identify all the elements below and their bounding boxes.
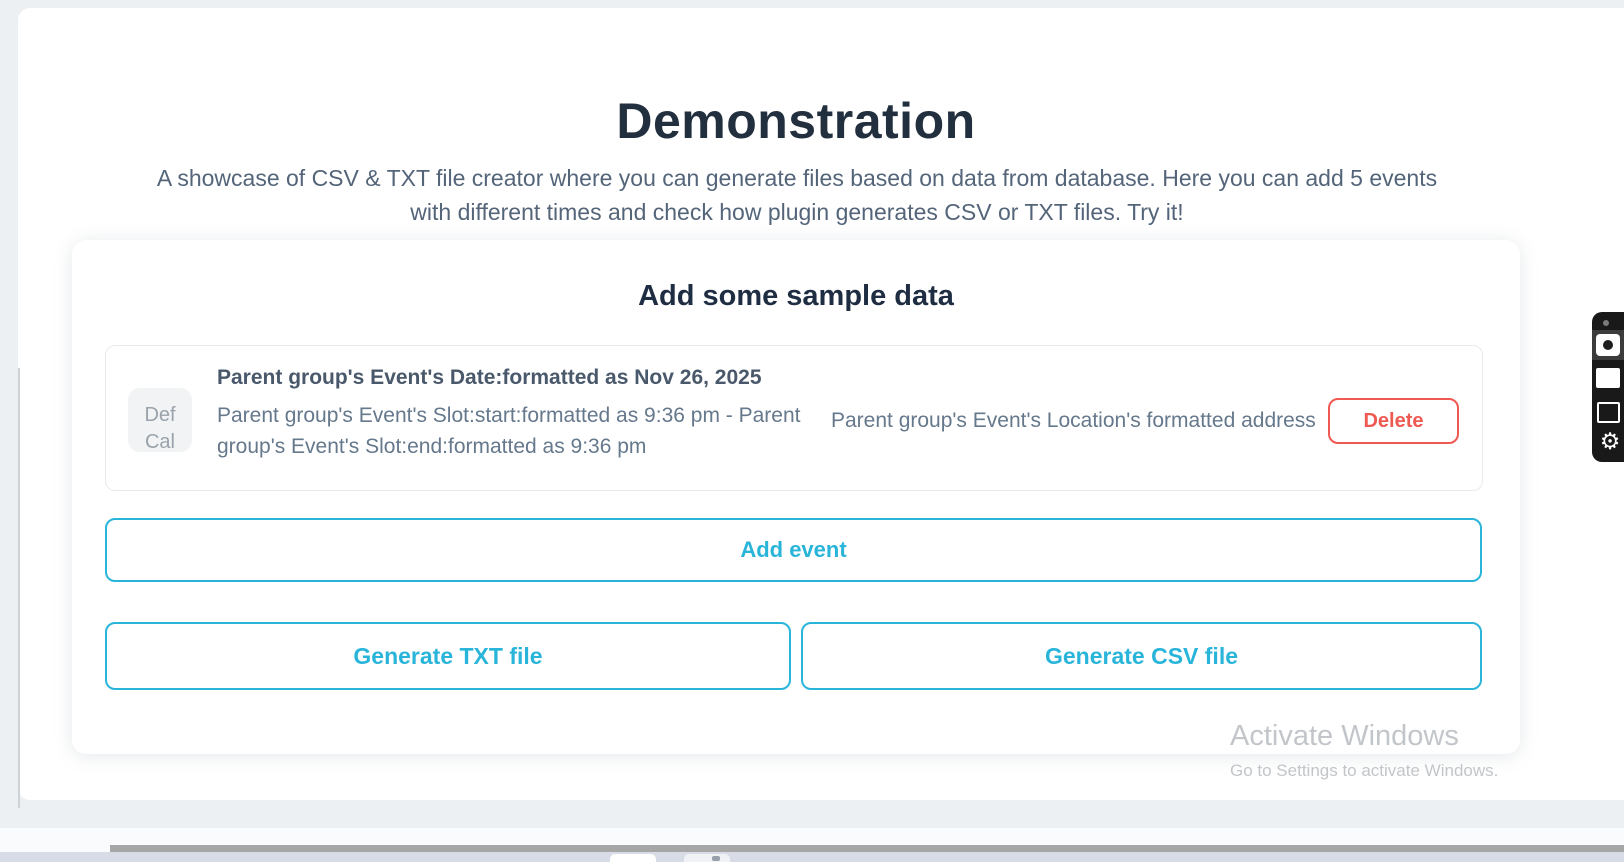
watermark-title: Activate Windows — [1230, 720, 1459, 752]
left-edge-divider — [18, 368, 20, 808]
generate-txt-button[interactable]: Generate TXT file — [105, 622, 791, 690]
watermark-subtitle: Go to Settings to activate Windows. — [1230, 761, 1499, 780]
page-subtitle: A showcase of CSV & TXT file creator whe… — [156, 165, 1438, 225]
activate-windows-watermark: Activate Windows Go to Settings to activ… — [1230, 720, 1498, 781]
delete-button[interactable]: Delete — [1328, 398, 1459, 444]
generate-csv-button[interactable]: Generate CSV file — [801, 622, 1482, 690]
horizontal-scrollbar[interactable] — [110, 845, 1624, 852]
sample-data-card: Add some sample data Def Cal Parent grou… — [72, 240, 1520, 754]
copy-frame-icon[interactable] — [1597, 402, 1620, 423]
background-window-button — [610, 854, 656, 862]
event-date-title: Parent group's Event's Date:formatted as… — [217, 366, 762, 389]
calendar-thumbnail-icon: Def Cal — [128, 388, 192, 452]
add-event-button[interactable]: Add event — [105, 518, 1482, 582]
blank-square-icon[interactable] — [1596, 368, 1620, 388]
camera-icon[interactable] — [1596, 334, 1620, 356]
background-window-icon — [712, 856, 720, 861]
event-list-item: Def Cal Parent group's Event's Date:form… — [105, 345, 1483, 491]
card-heading: Add some sample data — [638, 280, 954, 312]
event-location-text: Parent group's Event's Location's format… — [831, 409, 1316, 432]
gear-icon[interactable]: ⚙ — [1595, 426, 1624, 456]
drag-handle-dot[interactable] — [1603, 320, 1609, 326]
floating-side-toolbar: ⚙ — [1592, 312, 1624, 462]
background-window-button — [684, 854, 730, 862]
camera-tool-row[interactable] — [1592, 330, 1624, 360]
page-title: Demonstration — [616, 92, 976, 149]
event-time-range: Parent group's Event's Slot:start:format… — [217, 404, 801, 458]
background-window-band — [0, 852, 1624, 862]
event-text-block: Parent group's Event's Date:formatted as… — [217, 366, 817, 462]
